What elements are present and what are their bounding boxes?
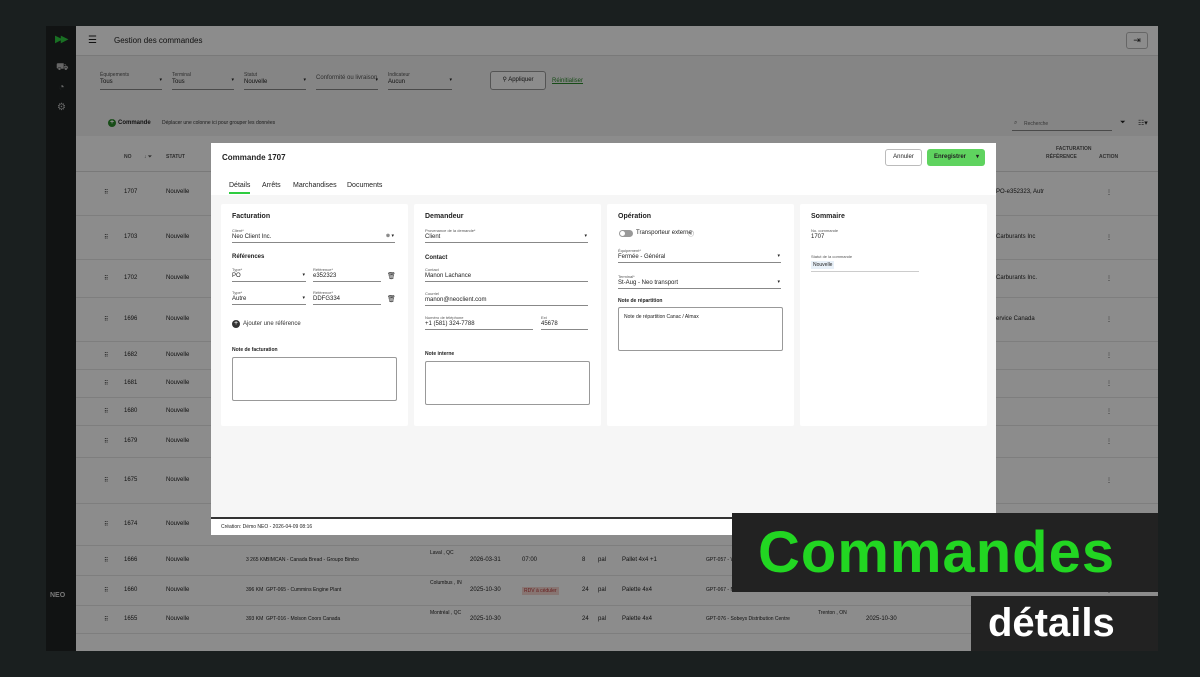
tab-details[interactable]: Détails (229, 182, 251, 194)
note-repartition-title: Note de répartition (618, 298, 663, 304)
trash-icon[interactable]: 🗑 (387, 272, 396, 280)
modal-header: Commande 1707 Annuler Enregistrer ▾ (211, 143, 996, 173)
trash-icon[interactable]: 🗑 (387, 295, 396, 303)
modal-title: Commande 1707 (222, 153, 286, 162)
sommaire-title: Sommaire (811, 213, 845, 220)
contact-field[interactable]: Contact Manon Lachance (425, 267, 588, 282)
tab-documents[interactable]: Documents (347, 182, 382, 189)
caption-commandes: Commandes (732, 513, 1158, 592)
phone-field[interactable]: Numéro de téléphone +1 (581) 324-7788 (425, 315, 533, 330)
app-window: ▶▶ ⛟ ◔ ⚙ NEO ☰ Gestion des commandes ⇥ É… (46, 26, 1158, 651)
note-facturation-textarea[interactable] (232, 357, 397, 401)
ref-type-field-2[interactable]: Type* Autre ▾ (232, 290, 306, 305)
facturation-title: Facturation (232, 213, 271, 220)
client-field[interactable]: Client* Neo Client Inc. ⊗ ▾ (232, 228, 395, 243)
chevron-down-icon: ▾ (584, 233, 587, 239)
chevron-down-icon: ▾ (777, 279, 780, 285)
tab-arrets[interactable]: Arrêts (262, 182, 281, 189)
chevron-down-icon: ▾ (302, 295, 305, 301)
order-no-label: No. commande (811, 228, 839, 233)
modal-tabs: Détails Arrêts Marchandises Documents (211, 173, 996, 195)
chevron-down-icon[interactable]: ▾ (976, 149, 979, 166)
card-facturation: Facturation Client* Neo Client Inc. ⊗ ▾ … (221, 204, 408, 426)
status-badge: Nouvelle (811, 261, 835, 269)
operation-title: Opération (618, 213, 652, 220)
card-operation: Opération Transporteur externe ⓘ Équipem… (607, 204, 794, 426)
plus-icon: + (232, 320, 240, 328)
chevron-down-icon: ▾ (302, 272, 305, 278)
clear-chevron-icon[interactable]: ⊗ ▾ (386, 233, 394, 239)
ref-value-field-1[interactable]: Référence* e352323 (313, 267, 381, 282)
info-icon[interactable]: ⓘ (688, 229, 694, 238)
save-button[interactable]: Enregistrer ▾ (927, 149, 985, 166)
chevron-down-icon: ▾ (777, 253, 780, 259)
note-repartition-textarea[interactable]: Note de répartition Canac / Almax (618, 307, 783, 351)
ref-value-field-2[interactable]: Référence* DDFG334 (313, 290, 381, 305)
status-underline (811, 271, 919, 272)
ref-type-field-1[interactable]: Type* PO ▾ (232, 267, 306, 282)
transporter-toggle[interactable] (619, 230, 633, 237)
references-title: Références (232, 254, 265, 260)
order-modal: Commande 1707 Annuler Enregistrer ▾ Détai… (211, 143, 996, 535)
tab-marchandises[interactable]: Marchandises (293, 182, 337, 189)
terminal-field[interactable]: Terminal* St-Aug - Neo transport ▾ (618, 274, 781, 289)
card-demandeur: Demandeur Provenance de la demande* Clie… (414, 204, 601, 426)
cancel-button[interactable]: Annuler (885, 149, 922, 166)
note-facturation-title: Note de facturation (232, 347, 278, 353)
caption-details: détails (971, 596, 1158, 651)
demandeur-title: Demandeur (425, 213, 464, 220)
contact-title: Contact (425, 255, 448, 261)
card-sommaire: Sommaire No. commande 1707 Statut de la … (800, 204, 987, 426)
order-no-value: 1707 (811, 234, 825, 240)
transporter-label: Transporteur externe (636, 230, 692, 236)
order-status-label: Statut de la commande (811, 254, 853, 259)
provenance-field[interactable]: Provenance de la demande* Client ▾ (425, 228, 588, 243)
email-field[interactable]: Courriel manon@neoclient.com (425, 291, 588, 306)
note-interne-title: Note interne (425, 351, 455, 357)
add-reference-button[interactable]: + Ajouter une référence (232, 320, 301, 328)
note-interne-textarea[interactable] (425, 361, 590, 405)
equipement-field[interactable]: Équipement* Fermée - Général ▾ (618, 248, 781, 263)
ext-field[interactable]: Ext 45678 (541, 315, 588, 330)
